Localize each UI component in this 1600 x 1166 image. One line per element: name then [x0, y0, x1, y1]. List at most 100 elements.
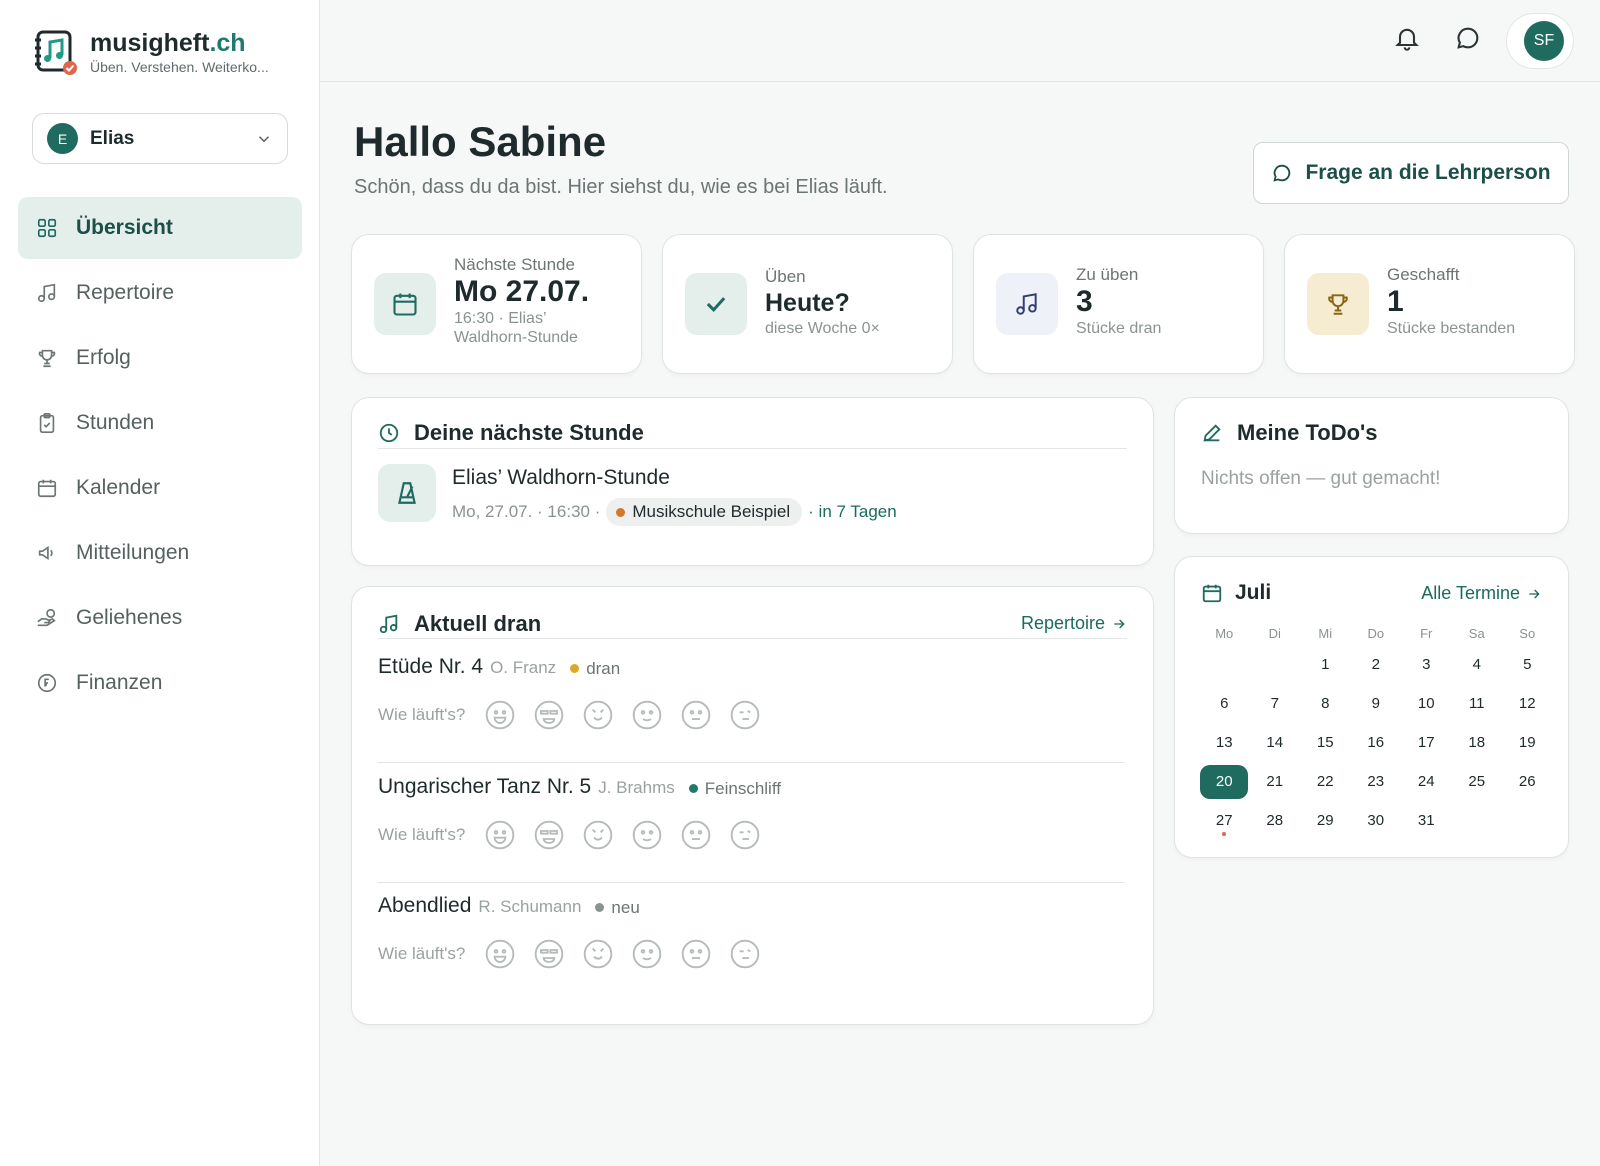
lesson-meta: Mo, 27.07. · 16:30 · Musikschule Beispie…	[452, 498, 897, 526]
calendar-day[interactable]: 30	[1351, 803, 1402, 842]
face-squint-icon[interactable]	[582, 938, 614, 970]
calendar-grid: Mo Di Mi Do Fr Sa So 1 2 3 4 5 6 7 8 9 10 11 12 13 14 15 16 17 1…	[1199, 621, 1553, 842]
sidebar-item-repertoire[interactable]: Repertoire	[18, 262, 302, 324]
stat-card-practice[interactable]: Üben Heute? diese Woche 0×	[662, 234, 953, 374]
piece-item: Abendlied R. Schumann neu Wie läuft's?	[378, 894, 1124, 970]
calendar-day[interactable]: 18	[1452, 725, 1503, 764]
rating-row: Wie läuft's?	[378, 819, 1124, 851]
face-neutral-icon[interactable]	[680, 819, 712, 851]
sidebar-item-uebersicht[interactable]: Übersicht	[18, 197, 302, 259]
stat-sub: diese Woche 0×	[765, 320, 880, 337]
calendar-day[interactable]: 8	[1300, 686, 1351, 725]
calendar-day[interactable]: 19	[1502, 725, 1553, 764]
divider	[378, 638, 1127, 639]
piece-item: Etüde Nr. 4 O. Franz dran Wie läuft's?	[378, 655, 1124, 731]
sidebar-item-kalender[interactable]: Kalender	[18, 457, 302, 519]
stat-card-to-practice[interactable]: Zu üben 3 Stücke dran	[973, 234, 1264, 374]
sidebar-item-erfolg[interactable]: Erfolg	[18, 327, 302, 389]
calendar-day[interactable]: 13	[1199, 725, 1250, 764]
calendar-day[interactable]: 31	[1401, 803, 1452, 842]
calendar-day[interactable]: 26	[1502, 764, 1553, 803]
face-grin-icon[interactable]	[484, 699, 516, 731]
face-sunglasses-icon[interactable]	[533, 699, 565, 731]
divider	[378, 448, 1127, 449]
ask-teacher-button[interactable]: Frage an die Lehrperson	[1253, 142, 1569, 204]
face-grin-icon[interactable]	[484, 938, 516, 970]
calendar-day[interactable]: 22	[1300, 764, 1351, 803]
calendar-day[interactable]: 11	[1452, 686, 1503, 725]
chat-bubble-icon[interactable]	[1454, 24, 1482, 52]
piece-composer: J. Brahms	[598, 778, 675, 797]
student-selector[interactable]: E Elias	[32, 113, 288, 164]
music-note-icon	[1016, 293, 1037, 315]
sidebar-item-stunden[interactable]: Stunden	[18, 392, 302, 454]
stat-value: 3	[1076, 285, 1093, 318]
sidebar-item-label: Mitteilungen	[76, 541, 190, 564]
face-sunglasses-icon[interactable]	[533, 938, 565, 970]
todos-card: Meine ToDo's Nichts offen — gut gemacht!	[1174, 397, 1569, 534]
student-name: Elias	[90, 127, 135, 149]
stat-card-next-lesson[interactable]: Nächste Stunde Mo 27.07. 16:30 · Elias’ …	[351, 234, 642, 374]
face-squint-icon[interactable]	[582, 699, 614, 731]
grid-icon	[37, 218, 57, 238]
calendar-day[interactable]: 17	[1401, 725, 1452, 764]
face-squint-icon[interactable]	[582, 819, 614, 851]
face-neutral-icon[interactable]	[680, 938, 712, 970]
calendar-day[interactable]: 6	[1199, 686, 1250, 725]
piece-title[interactable]: Abendlied	[378, 894, 471, 918]
sidebar-item-finanzen[interactable]: Finanzen	[18, 652, 302, 714]
calendar-day[interactable]: 5	[1502, 647, 1553, 686]
face-meh-icon[interactable]	[729, 938, 761, 970]
calendar-day[interactable]: 12	[1502, 686, 1553, 725]
calendar-day[interactable]: 1	[1300, 647, 1351, 686]
calendar-day[interactable]: 15	[1300, 725, 1351, 764]
brand-logo[interactable]: musigheft.ch Üben. Verstehen. Weiterko..…	[32, 28, 290, 76]
user-avatar[interactable]: SF	[1524, 21, 1564, 61]
calendar-day[interactable]: 14	[1250, 725, 1301, 764]
calendar-day[interactable]: 28	[1250, 803, 1301, 842]
face-smile-icon[interactable]	[631, 699, 663, 731]
piece-title[interactable]: Etüde Nr. 4	[378, 655, 483, 679]
trophy-icon	[38, 349, 56, 368]
calendar-day[interactable]: 9	[1351, 686, 1402, 725]
all-appointments-link[interactable]: Alle Termine	[1421, 583, 1542, 604]
lesson-time: Mo, 27.07. · 16:30 ·	[452, 502, 601, 521]
sidebar-item-mitteilungen[interactable]: Mitteilungen	[18, 522, 302, 584]
repertoire-link[interactable]: Repertoire	[1021, 613, 1127, 634]
calendar-day[interactable]: 29	[1300, 803, 1351, 842]
piece-title[interactable]: Ungarischer Tanz Nr. 5	[378, 775, 591, 799]
stat-icon-box	[374, 273, 436, 335]
face-smile-icon[interactable]	[631, 938, 663, 970]
songbook-logo-icon	[32, 28, 78, 76]
calendar-day[interactable]: 10	[1401, 686, 1452, 725]
face-grin-icon[interactable]	[484, 819, 516, 851]
sidebar-item-label: Geliehenes	[76, 606, 183, 629]
calendar-day[interactable]: 4	[1452, 647, 1503, 686]
face-smile-icon[interactable]	[631, 819, 663, 851]
calendar-day[interactable]: 7	[1250, 686, 1301, 725]
calendar-day[interactable]: 3	[1401, 647, 1452, 686]
face-meh-icon[interactable]	[729, 819, 761, 851]
trophy-icon	[1328, 294, 1348, 315]
face-sunglasses-icon[interactable]	[533, 819, 565, 851]
bell-icon[interactable]	[1393, 24, 1421, 52]
calendar-day[interactable]: 25	[1452, 764, 1503, 803]
weekday-label: Di	[1268, 626, 1281, 641]
calendar-day[interactable]: 27	[1199, 803, 1250, 842]
calendar-day[interactable]: 21	[1250, 764, 1301, 803]
sidebar-item-label: Kalender	[76, 476, 161, 499]
calendar-day[interactable]: 16	[1351, 725, 1402, 764]
calendar-day[interactable]: 23	[1351, 764, 1402, 803]
weekday-label: Mo	[1215, 626, 1234, 641]
stat-icon-box	[1307, 273, 1369, 335]
face-meh-icon[interactable]	[729, 699, 761, 731]
music-note-icon	[379, 614, 398, 634]
calendar-day[interactable]: 2	[1351, 647, 1402, 686]
face-neutral-icon[interactable]	[680, 699, 712, 731]
stat-card-done[interactable]: Geschafft 1 Stücke bestanden	[1284, 234, 1575, 374]
lesson-name[interactable]: Elias’ Waldhorn-Stunde	[452, 466, 670, 490]
sidebar-item-geliehenes[interactable]: Geliehenes	[18, 587, 302, 649]
calendar-day[interactable]: 24	[1401, 764, 1452, 803]
sidebar: musigheft.ch Üben. Verstehen. Weiterko..…	[0, 0, 320, 1166]
calendar-day-today[interactable]: 20	[1199, 764, 1250, 803]
